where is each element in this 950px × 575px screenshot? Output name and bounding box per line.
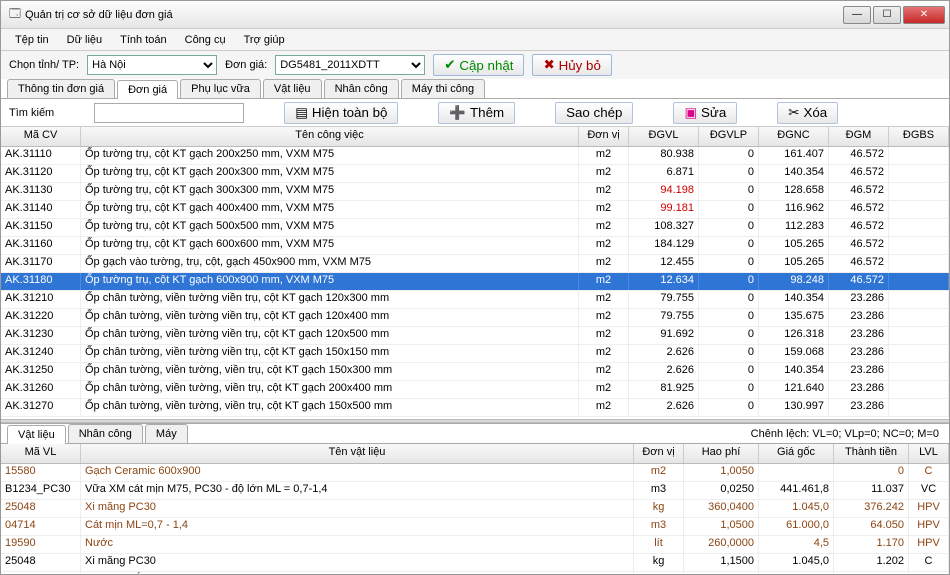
tab-3[interactable]: Vật liệu: [263, 79, 322, 98]
main-grid: Mã CV Tên công việc Đơn vị ĐGVL ĐGVLP ĐG…: [1, 127, 949, 419]
table-row[interactable]: AK.31180Ốp tường trụ, cột KT gạch 600x90…: [1, 273, 949, 291]
province-label: Chọn tỉnh/ TP:: [9, 59, 79, 71]
close-button[interactable]: ✕: [903, 6, 945, 24]
list-icon: ▤: [295, 105, 308, 121]
menu-công cụ[interactable]: Công cụ: [177, 32, 234, 48]
table-row[interactable]: AK.31120Ốp tường trụ, cột KT gạch 200x30…: [1, 165, 949, 183]
chenh-lech-info: Chênh lệch: VL=0; VLp=0; NC=0; M=0: [751, 428, 949, 440]
app-icon: 🗔: [9, 5, 21, 24]
table-row[interactable]: AK.31240Ốp chân tường, viền tường viền t…: [1, 345, 949, 363]
detail-grid-body[interactable]: 15580Gạch Ceramic 600x900m21,00500CB1234…: [1, 464, 949, 574]
window-title: 🗔 Quản trị cơ sở dữ liệu đơn giá: [5, 5, 843, 24]
tab-4[interactable]: Nhân công: [324, 79, 399, 98]
col-haophi[interactable]: Hao phí: [684, 444, 759, 463]
copy-button[interactable]: Sao chép: [555, 102, 633, 124]
titlebar: 🗔 Quản trị cơ sở dữ liệu đơn giá — ☐ ✕: [1, 1, 949, 29]
table-row[interactable]: AK.31270Ốp chân tường, viền tường, viền …: [1, 399, 949, 417]
grid-body[interactable]: AK.31110Ốp tường trụ, cột KT gạch 200x25…: [1, 147, 949, 419]
col-tencv[interactable]: Tên công việc: [81, 127, 579, 146]
detail-tabs: Vật liệuNhân côngMáy Chênh lệch: VL=0; V…: [1, 423, 949, 444]
cancel-button[interactable]: ✖Hủy bỏ: [532, 54, 611, 76]
title-text: Quản trị cơ sở dữ liệu đơn giá: [25, 9, 173, 21]
table-row[interactable]: AK.31250Ốp chân tường, viền tường, viền …: [1, 363, 949, 381]
update-button[interactable]: ✔Cập nhật: [433, 54, 524, 76]
col-dgnc[interactable]: ĐGNC: [759, 127, 829, 146]
detail-grid: Mã VL Tên vật liệu Đơn vị Hao phí Giá gố…: [1, 444, 949, 574]
material-row[interactable]: 04714Cát mịn ML=0,7 - 1,4m31,050061.000,…: [1, 518, 949, 536]
edit-icon: ▣: [684, 105, 697, 121]
material-row[interactable]: 25048Xi măng PC30kg1,15001.045,01.202C: [1, 554, 949, 572]
table-row[interactable]: AK.31220Ốp chân tường, viền tường viền t…: [1, 309, 949, 327]
table-row[interactable]: AK.31260Ốp chân tường, viền tường, viền …: [1, 381, 949, 399]
col-dgbs[interactable]: ĐGBS: [889, 127, 949, 146]
main-tabs: Thông tin đơn giáĐơn giáPhụ lục vữaVật l…: [1, 79, 949, 99]
delete-button[interactable]: ✂Xóa: [777, 102, 838, 124]
toolbar: Tìm kiếm ▤Hiện toàn bộ ➕Thêm Sao chép ▣S…: [1, 99, 949, 127]
menu-tệp tin[interactable]: Tệp tin: [7, 32, 57, 48]
menu-tính toán[interactable]: Tính toán: [112, 32, 174, 48]
window: 🗔 Quản trị cơ sở dữ liệu đơn giá — ☐ ✕ T…: [0, 0, 950, 575]
maximize-button[interactable]: ☐: [873, 6, 901, 24]
minimize-button[interactable]: —: [843, 6, 871, 24]
province-select[interactable]: Hà Nội: [87, 55, 217, 75]
menu-dữ liệu[interactable]: Dữ liệu: [59, 32, 111, 48]
x-icon: ✖: [543, 57, 554, 73]
material-row[interactable]: 15580Gạch Ceramic 600x900m21,00500C: [1, 464, 949, 482]
col-lvl[interactable]: LVL: [909, 444, 949, 463]
table-row[interactable]: AK.31140Ốp tường trụ, cột KT gạch 400x40…: [1, 201, 949, 219]
table-row[interactable]: AK.31210Ốp chân tường, viền tường viền t…: [1, 291, 949, 309]
menubar: Tệp tinDữ liệuTính toánCông cụTrợ giúp: [1, 29, 949, 51]
material-row[interactable]: 25048Xi măng PC30kg360,04001.045,0376.24…: [1, 500, 949, 518]
col-dgvl[interactable]: ĐGVL: [629, 127, 699, 146]
tab-2[interactable]: Phụ lục vữa: [180, 79, 261, 98]
col-donvi2[interactable]: Đơn vị: [634, 444, 684, 463]
grid-header: Mã CV Tên công việc Đơn vị ĐGVL ĐGVLP ĐG…: [1, 127, 949, 147]
detail-grid-header: Mã VL Tên vật liệu Đơn vị Hao phí Giá gố…: [1, 444, 949, 464]
dongia-label: Đơn giá:: [225, 59, 267, 71]
check-icon: ✔: [444, 57, 455, 73]
table-row[interactable]: AK.31150Ốp tường trụ, cột KT gạch 500x50…: [1, 219, 949, 237]
col-giagoc[interactable]: Giá gốc: [759, 444, 834, 463]
dongia-select[interactable]: DG5481_2011XDTT: [275, 55, 425, 75]
add-button[interactable]: ➕Thêm: [438, 102, 515, 124]
menu-trợ giúp[interactable]: Trợ giúp: [236, 32, 293, 48]
col-dgvlp[interactable]: ĐGVLP: [699, 127, 759, 146]
col-dgm[interactable]: ĐGM: [829, 127, 889, 146]
search-label: Tìm kiếm: [9, 107, 54, 119]
search-input[interactable]: [94, 103, 244, 123]
tab-5[interactable]: Máy thi công: [401, 79, 485, 98]
tab-0[interactable]: Thông tin đơn giá: [7, 79, 115, 98]
edit-button[interactable]: ▣Sửa: [673, 102, 737, 124]
material-row[interactable]: 25082Xi măng trắngkg0,13002.081,0271C: [1, 572, 949, 574]
col-tenvl[interactable]: Tên vật liệu: [81, 444, 634, 463]
col-donvi[interactable]: Đơn vị: [579, 127, 629, 146]
table-row[interactable]: AK.31230Ốp chân tường, viền tường viền t…: [1, 327, 949, 345]
material-row[interactable]: 19590Nướclít260,00004,51.170HPV: [1, 536, 949, 554]
table-row[interactable]: AK.31170Ốp gạch vào tường, trụ, cột, gạc…: [1, 255, 949, 273]
tab-1[interactable]: Đơn giá: [117, 80, 178, 99]
delete-icon: ✂: [788, 105, 799, 121]
table-row[interactable]: AK.31110Ốp tường trụ, cột KT gạch 200x25…: [1, 147, 949, 165]
col-mavl[interactable]: Mã VL: [1, 444, 81, 463]
col-macv[interactable]: Mã CV: [1, 127, 81, 146]
window-controls: — ☐ ✕: [843, 6, 945, 24]
material-row[interactable]: B1234_PC30Vữa XM cát mịn M75, PC30 - độ …: [1, 482, 949, 500]
col-thanhtien[interactable]: Thành tiền: [834, 444, 909, 463]
detail-tab-2[interactable]: Máy: [145, 424, 188, 443]
detail-tab-1[interactable]: Nhân công: [68, 424, 143, 443]
detail-tab-0[interactable]: Vật liệu: [7, 425, 66, 444]
showall-button[interactable]: ▤Hiện toàn bộ: [284, 102, 398, 124]
plus-icon: ➕: [449, 105, 466, 121]
table-row[interactable]: AK.31130Ốp tường trụ, cột KT gạch 300x30…: [1, 183, 949, 201]
table-row[interactable]: AK.31160Ốp tường trụ, cột KT gạch 600x60…: [1, 237, 949, 255]
topbar: Chọn tỉnh/ TP: Hà Nội Đơn giá: DG5481_20…: [1, 51, 949, 79]
